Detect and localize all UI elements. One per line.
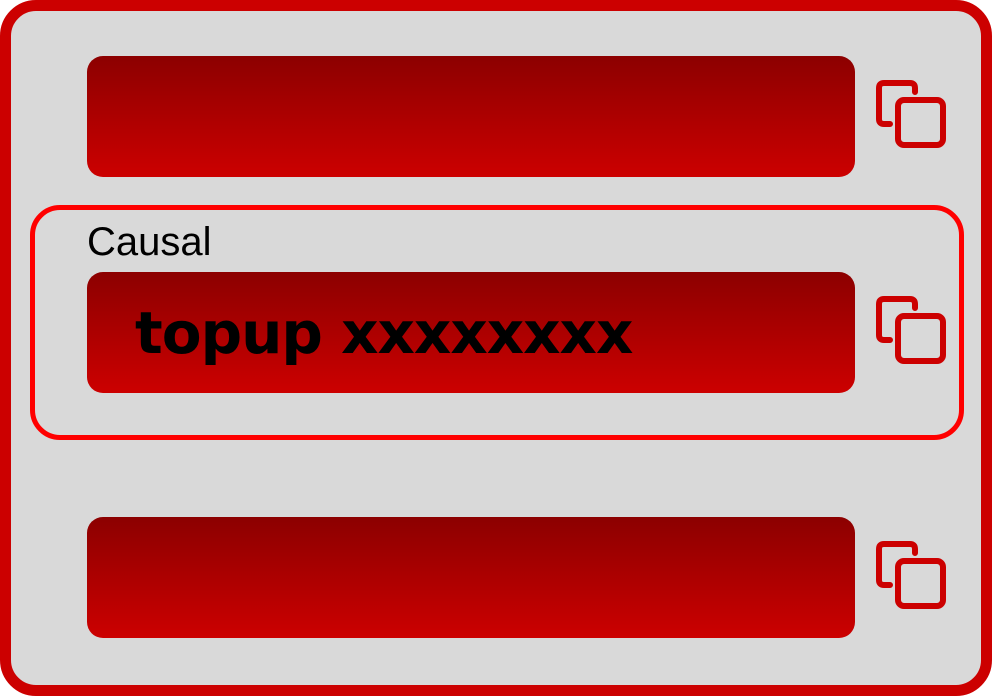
copy-icon[interactable]	[876, 78, 948, 150]
field-1-input[interactable]	[87, 56, 855, 177]
field-3-input[interactable]	[87, 517, 855, 638]
causal-input[interactable]: topup xxxxxxxx	[87, 272, 855, 393]
copy-icon[interactable]	[876, 294, 948, 366]
causal-label: Causal	[87, 220, 212, 264]
copy-icon[interactable]	[876, 539, 948, 611]
causal-value: topup xxxxxxxx	[135, 298, 633, 367]
